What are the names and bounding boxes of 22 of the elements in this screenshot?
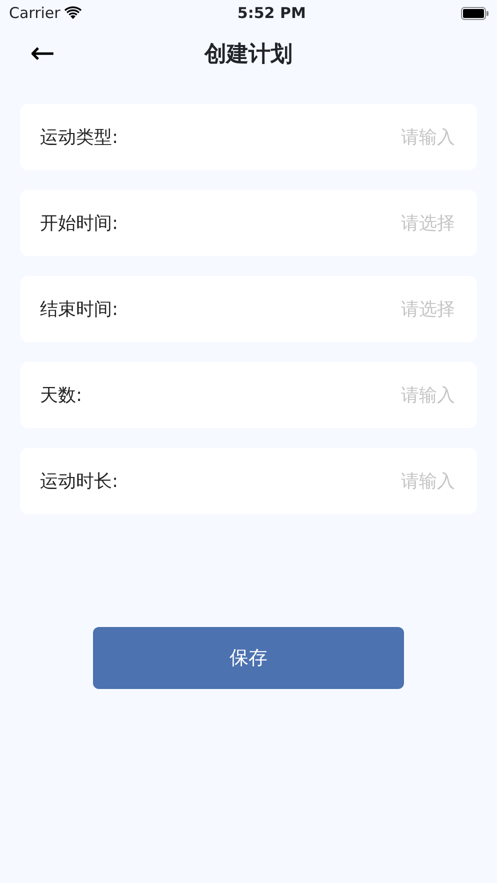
field-label: 结束时间: <box>40 298 118 322</box>
form-field[interactable]: 运动时长: 请输入 <box>20 448 477 514</box>
field-label: 开始时间: <box>40 212 118 236</box>
back-button[interactable]: ← <box>22 39 64 69</box>
field-label: 运动类型: <box>40 126 118 150</box>
carrier-label: Carrier <box>9 2 60 24</box>
page-title: 创建计划 <box>204 42 292 66</box>
form-field[interactable]: 天数: 请输入 <box>20 362 477 428</box>
input-field[interactable]: 请输入 <box>118 122 457 152</box>
input-field[interactable]: 请输入 <box>82 380 457 410</box>
field-label: 运动时长: <box>40 470 118 494</box>
form-field[interactable]: 结束时间: 请选择 <box>20 276 477 342</box>
input-field[interactable]: 请选择 <box>118 208 457 238</box>
field-label: 天数: <box>40 384 82 408</box>
wifi-icon <box>64 6 82 20</box>
form-field[interactable]: 运动类型: 请输入 <box>20 104 477 170</box>
input-field[interactable]: 请输入 <box>118 466 457 496</box>
input-field[interactable]: 请选择 <box>118 294 457 324</box>
battery-icon <box>460 6 489 20</box>
save-button[interactable]: 保存 <box>93 627 404 689</box>
clock-time: 5:52 PM <box>237 2 306 24</box>
form-field[interactable]: 开始时间: 请选择 <box>20 190 477 256</box>
